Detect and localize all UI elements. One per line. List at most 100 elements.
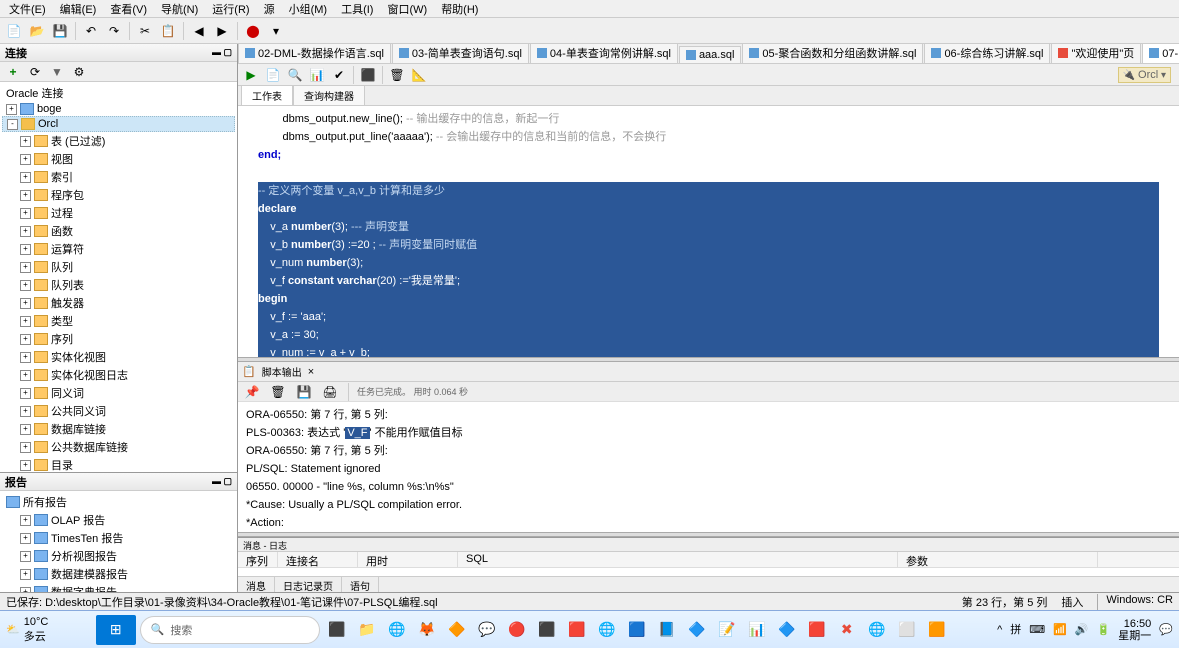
tree-item[interactable]: +数据库链接: [2, 420, 235, 438]
log-tab[interactable]: 日志记录页: [275, 577, 342, 592]
back-button[interactable]: ◀: [189, 21, 209, 41]
file-tab[interactable]: 06-综合练习讲解.sql: [924, 44, 1050, 63]
open-button[interactable]: 📂: [27, 21, 47, 41]
app-icon[interactable]: 🌐: [864, 617, 890, 643]
run-script-button[interactable]: 📄: [263, 65, 283, 85]
expand-icon[interactable]: +: [20, 172, 31, 183]
word-icon[interactable]: 📝: [714, 617, 740, 643]
save-button[interactable]: 💾: [50, 21, 70, 41]
app-icon[interactable]: 📘: [654, 617, 680, 643]
clear-button[interactable]: 🗑: [387, 65, 407, 85]
querybuilder-tab[interactable]: 查询构建器: [293, 85, 365, 105]
refresh-button[interactable]: ⟳: [25, 62, 45, 82]
expand-icon[interactable]: +: [20, 262, 31, 273]
tray-lang[interactable]: 拼: [1010, 624, 1021, 636]
tree-item[interactable]: +类型: [2, 312, 235, 330]
connection-badge[interactable]: 🔌 Orcl ▾: [1118, 67, 1171, 83]
edge-icon[interactable]: 🌐: [384, 617, 410, 643]
expand-icon[interactable]: +: [20, 424, 31, 435]
tree-item[interactable]: +视图: [2, 150, 235, 168]
task-icon[interactable]: ⬛: [324, 617, 350, 643]
filter-button[interactable]: ▼: [47, 62, 67, 82]
menu-edit[interactable]: 编辑(E): [55, 0, 102, 19]
run-button[interactable]: ▶: [241, 65, 261, 85]
expand-icon[interactable]: +: [20, 442, 31, 453]
menu-tools[interactable]: 工具(I): [336, 0, 378, 19]
expand-icon[interactable]: +: [20, 352, 31, 363]
menu-run[interactable]: 运行(R): [207, 0, 254, 19]
taskbar-search[interactable]: 🔍搜索: [140, 616, 320, 644]
expand-icon[interactable]: +: [20, 533, 31, 544]
expand-icon[interactable]: +: [20, 244, 31, 255]
file-tab[interactable]: "欢迎使用"页: [1051, 44, 1141, 63]
firefox-icon[interactable]: 🦊: [414, 617, 440, 643]
tray-chevron-icon[interactable]: ^: [997, 624, 1002, 636]
column-header[interactable]: 序列: [238, 552, 278, 567]
output-clear-icon[interactable]: 🗑: [268, 382, 288, 402]
app-icon[interactable]: 🟥: [564, 617, 590, 643]
file-tab[interactable]: aaa.sql: [679, 46, 741, 63]
expand-icon[interactable]: +: [20, 208, 31, 219]
expand-icon[interactable]: +: [20, 406, 31, 417]
menu-window[interactable]: 窗口(W): [382, 0, 432, 19]
app-icon[interactable]: ⬛: [534, 617, 560, 643]
undo-button[interactable]: ↶: [81, 21, 101, 41]
tree-item[interactable]: +序列: [2, 330, 235, 348]
report-item[interactable]: +OLAP 报告: [2, 511, 235, 529]
sql-button[interactable]: ⬤: [243, 21, 263, 41]
panel-close-icon[interactable]: ▬ ▢: [212, 476, 232, 487]
tree-item[interactable]: +实体化视图日志: [2, 366, 235, 384]
column-header[interactable]: 连接名: [278, 552, 358, 567]
tree-item[interactable]: +公共数据库链接: [2, 438, 235, 456]
tree-item[interactable]: +运算符: [2, 240, 235, 258]
expand-icon[interactable]: +: [20, 190, 31, 201]
expand-icon[interactable]: -: [7, 119, 18, 130]
expand-icon[interactable]: +: [20, 226, 31, 237]
file-tab[interactable]: 04-单表查询常例讲解.sql: [530, 44, 678, 63]
output-pin-icon[interactable]: 📌: [242, 382, 262, 402]
panel-close-icon[interactable]: ▬ ▢: [212, 47, 232, 58]
menu-source[interactable]: 源: [259, 0, 280, 19]
tree-item[interactable]: +实体化视图: [2, 348, 235, 366]
tree-item[interactable]: +同义词: [2, 384, 235, 402]
connection-tree[interactable]: Oracle 连接 +boge-Orcl+表 (已过滤)+视图+索引+程序包+过…: [0, 82, 237, 472]
tray-wifi-icon[interactable]: 📶: [1053, 624, 1067, 636]
system-tray[interactable]: ^ 拼 ⌨ 📶 🔊 🔋 16:50星期一 💬: [997, 618, 1173, 642]
menu-nav[interactable]: 导航(N): [156, 0, 203, 19]
app-icon[interactable]: 🔶: [444, 617, 470, 643]
expand-icon[interactable]: +: [20, 316, 31, 327]
tree-item[interactable]: -Orcl: [2, 116, 235, 132]
weather-widget[interactable]: ⛅ 10°C多云: [6, 616, 48, 644]
output-save-icon[interactable]: 💾: [294, 382, 314, 402]
app-icon[interactable]: 💬: [474, 617, 500, 643]
worksheet-tab[interactable]: 工作表: [241, 85, 293, 105]
file-tab[interactable]: 05-聚合函数和分组函数讲解.sql: [742, 44, 923, 63]
tree-item[interactable]: +过程: [2, 204, 235, 222]
menu-team[interactable]: 小组(M): [284, 0, 333, 19]
expand-icon[interactable]: +: [20, 154, 31, 165]
tree-item[interactable]: +目录: [2, 456, 235, 472]
app-icon[interactable]: 🔷: [684, 617, 710, 643]
expand-icon[interactable]: +: [6, 104, 17, 115]
explorer-icon[interactable]: 📁: [354, 617, 380, 643]
output-close-icon[interactable]: ×: [308, 366, 314, 378]
expand-icon[interactable]: +: [20, 280, 31, 291]
tray-input-icon[interactable]: ⌨: [1029, 624, 1045, 636]
dropdown-button[interactable]: ▾: [266, 21, 286, 41]
start-button[interactable]: ⊞: [96, 615, 136, 645]
fwd-button[interactable]: ▶: [212, 21, 232, 41]
tree-item[interactable]: +队列: [2, 258, 235, 276]
expand-icon[interactable]: +: [20, 515, 31, 526]
expand-icon[interactable]: +: [20, 551, 31, 562]
expand-icon[interactable]: +: [20, 569, 31, 580]
expand-icon[interactable]: +: [20, 388, 31, 399]
output-text[interactable]: ORA-06550: 第 7 行, 第 5 列:PLS-00363: 表达式 '…: [238, 402, 1179, 532]
report-item[interactable]: +分析视图报告: [2, 547, 235, 565]
stop-button[interactable]: ⬛: [358, 65, 378, 85]
tray-notification-icon[interactable]: 💬: [1159, 624, 1173, 636]
tray-battery-icon[interactable]: 🔋: [1097, 624, 1111, 636]
tree-item[interactable]: +索引: [2, 168, 235, 186]
log-tab[interactable]: 消息: [238, 577, 275, 592]
output-print-icon[interactable]: 🖨: [320, 382, 340, 402]
app-icon[interactable]: 🟥: [804, 617, 830, 643]
